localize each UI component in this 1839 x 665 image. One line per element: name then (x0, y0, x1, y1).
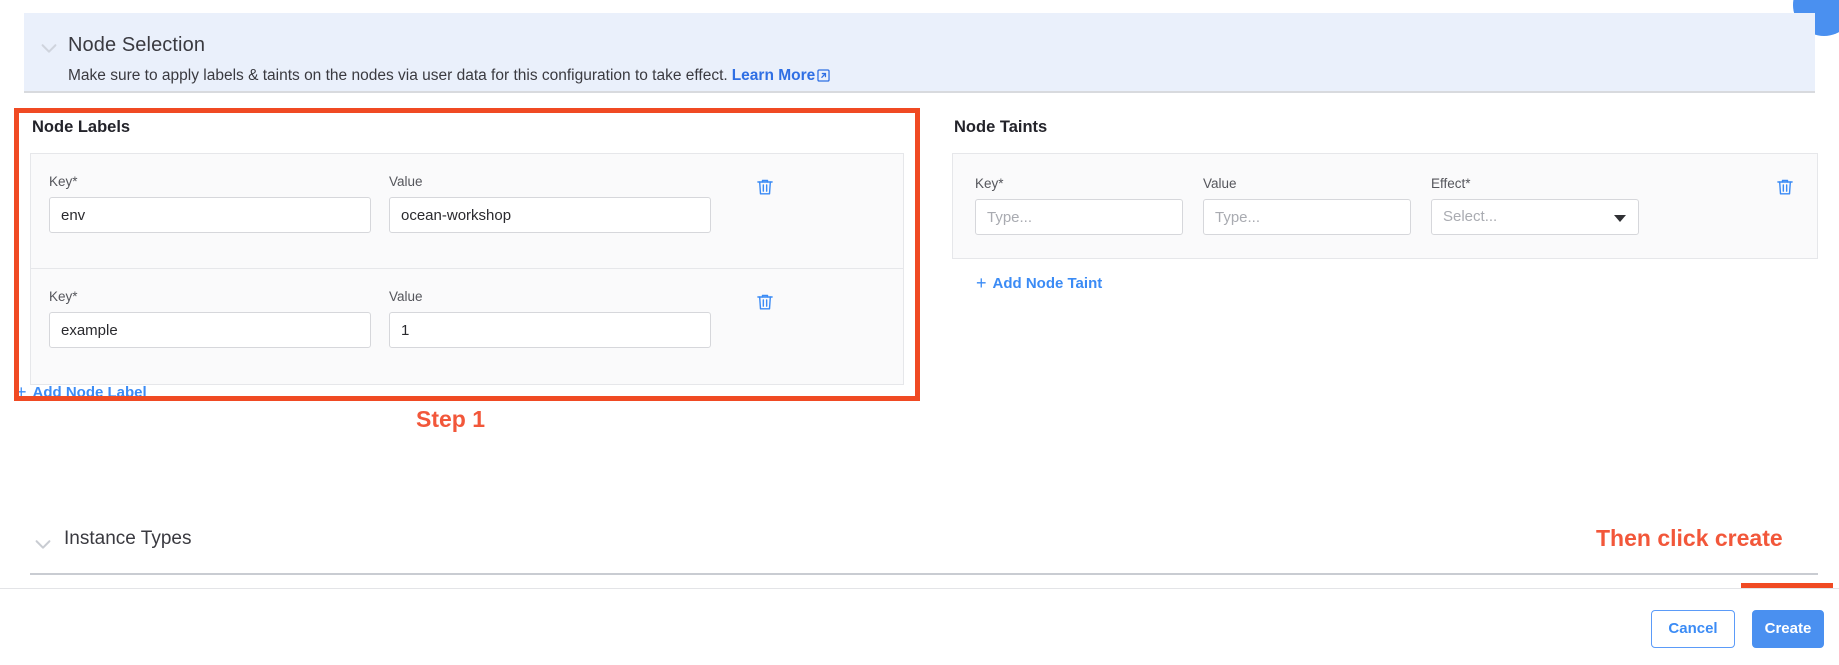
node-taints-section: Node Taints Key* Value Effect* Select...… (952, 118, 1818, 294)
node-label-value-input-0[interactable] (389, 197, 711, 233)
node-label-value-input-1[interactable] (389, 312, 711, 348)
node-label-key-input-0[interactable] (49, 197, 371, 233)
key-label: Key* (49, 289, 78, 304)
instance-types-title: Instance Types (64, 528, 192, 549)
plus-icon: + (16, 382, 27, 402)
node-taint-effect-select[interactable]: Select... (1431, 199, 1639, 235)
key-label: Key* (975, 176, 1004, 191)
node-taint-effect-placeholder: Select... (1443, 208, 1498, 225)
node-taints-title: Node Taints (954, 118, 1048, 136)
plus-icon: + (976, 273, 987, 293)
dialog-footer: Cancel Create (0, 588, 1839, 665)
table-row: Key* Value (30, 153, 904, 269)
add-node-label-text: Add Node Label (32, 384, 147, 401)
banner-description: Make sure to apply labels & taints on th… (68, 67, 830, 87)
node-labels-section: Node Labels Key* Value Key* Value (30, 118, 904, 385)
add-node-label-button[interactable]: + Add Node Label (16, 382, 147, 403)
node-taint-key-input[interactable] (975, 199, 1183, 235)
add-node-taint-button[interactable]: + Add Node Taint (976, 273, 1102, 294)
annotation-then-click-create: Then click create (1596, 525, 1783, 551)
value-label: Value (389, 174, 423, 189)
node-taint-key-field: Key* (975, 176, 1183, 235)
node-labels-title: Node Labels (32, 118, 131, 136)
cancel-button[interactable]: Cancel (1651, 610, 1735, 648)
instance-types-divider (30, 573, 1818, 575)
page-title: Node Selection (68, 34, 206, 56)
value-label: Value (1203, 176, 1237, 191)
add-node-taint-text: Add Node Taint (992, 275, 1103, 292)
chevron-down-icon (1614, 215, 1626, 222)
key-label: Key* (49, 174, 78, 189)
banner-divider (24, 91, 1815, 93)
banner-description-text: Make sure to apply labels & taints on th… (68, 67, 728, 84)
value-label: Value (389, 289, 423, 304)
external-link-icon[interactable] (817, 69, 830, 87)
learn-more-link[interactable]: Learn More (732, 67, 816, 84)
node-label-key-field-1: Key* (49, 289, 371, 348)
node-label-value-field-0: Value (389, 174, 711, 233)
node-label-key-field-0: Key* (49, 174, 371, 233)
trash-icon[interactable] (755, 176, 775, 198)
effect-label: Effect* (1431, 176, 1471, 191)
table-row: Key* Value (30, 269, 904, 385)
annotation-step-1: Step 1 (416, 406, 486, 432)
node-label-key-input-1[interactable] (49, 312, 371, 348)
table-row: Key* Value Effect* Select... (952, 153, 1818, 259)
node-taint-value-input[interactable] (1203, 199, 1411, 235)
node-label-value-field-1: Value (389, 289, 711, 348)
chevron-down-icon[interactable] (32, 533, 54, 555)
node-taint-value-field: Value (1203, 176, 1411, 235)
chevron-down-icon[interactable] (38, 37, 60, 59)
trash-icon[interactable] (755, 291, 775, 313)
node-taint-effect-field: Effect* Select... (1431, 176, 1639, 235)
create-button[interactable]: Create (1752, 610, 1824, 648)
trash-icon[interactable] (1775, 176, 1795, 198)
node-selection-banner: Node Selection Make sure to apply labels… (24, 13, 1815, 91)
